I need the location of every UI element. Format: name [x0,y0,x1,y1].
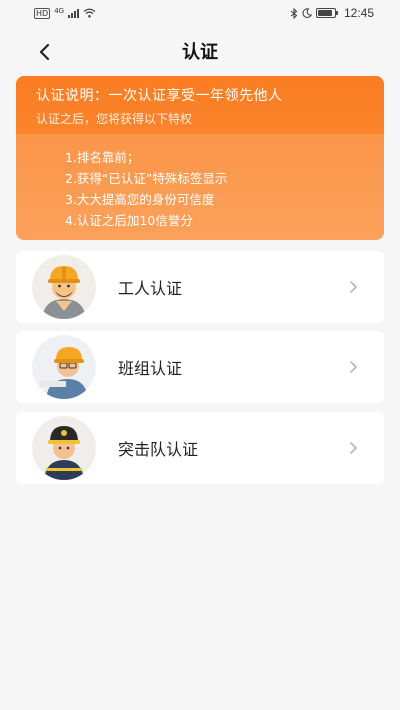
chevron-right-icon [350,281,358,293]
worker-certification-item[interactable]: 工人认证 [16,251,384,323]
info-card-header: 认证说明：一次认证享受一年领先他人 认证之后，您将获得以下特权 [16,76,384,134]
status-bar: HD 4G 12:45 [0,0,400,26]
privilege-list: 1.排名靠前； 2.获得“已认证”特殊标签显示 3.大大提高您的身份可信度 4.… [16,134,384,240]
bluetooth-icon [290,7,298,19]
wifi-icon [83,8,96,18]
back-button[interactable] [30,38,58,66]
nav-header: 认证 [0,28,400,74]
team-avatar-icon [32,335,96,399]
battery-icon [315,8,338,18]
privilege-item: 2.获得“已认证”特殊标签显示 [65,171,228,186]
certification-label: 班组认证 [118,359,183,378]
commando-certification-item[interactable]: 突击队认证 [16,412,384,484]
page-title: 认证 [182,42,218,63]
commando-avatar-icon [32,416,96,480]
chevron-left-icon [39,43,50,61]
clock: 12:45 [343,6,374,20]
certification-info-card: 认证说明：一次认证享受一年领先他人 认证之后，您将获得以下特权 1.排名靠前； … [16,76,384,240]
certification-label: 工人认证 [118,279,183,298]
certification-label: 突击队认证 [118,440,199,459]
info-subheading: 认证之后，您将获得以下特权 [36,112,193,126]
privilege-item: 1.排名靠前； [65,150,140,165]
privilege-item: 4.认证之后加10信誉分 [65,213,193,228]
team-certification-item[interactable]: 班组认证 [16,331,384,403]
signal-icon [68,8,80,18]
network-type-label: 4G [54,6,65,15]
chevron-right-icon [350,361,358,373]
chevron-right-icon [350,442,358,454]
privilege-item: 3.大大提高您的身份可信度 [65,192,215,207]
info-heading: 认证说明：一次认证享受一年领先他人 [36,88,283,104]
hd-badge: HD [34,7,51,19]
worker-avatar-icon [32,255,96,319]
certification-page: HD 4G 12:45 认证 认证说明：一次认证享受一年领先他人 认证之后，您将… [0,0,400,710]
moon-icon [302,8,312,18]
